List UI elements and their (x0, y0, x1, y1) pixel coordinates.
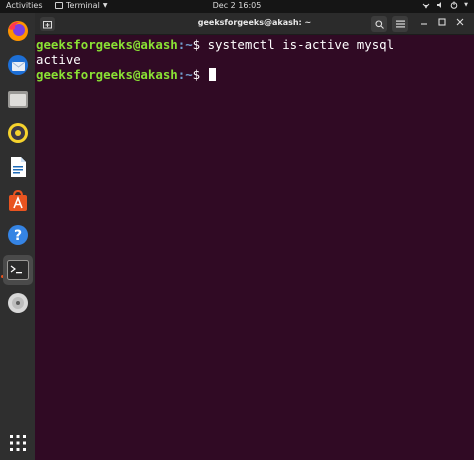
network-icon (422, 3, 430, 9)
window-titlebar[interactable]: geeksforgeeks@akash: ~ (35, 13, 474, 35)
top-bar: Activities Terminal ▼ Dec 2 16:05 ▼ (0, 0, 474, 13)
system-menu[interactable]: ▼ (422, 1, 468, 9)
chevron-down-icon: ▼ (464, 2, 468, 8)
dock-item-software[interactable] (4, 187, 32, 215)
minimize-icon (421, 23, 427, 25)
terminal-line: geeksforgeeks@akash:~$ (36, 67, 474, 82)
close-button[interactable] (456, 17, 464, 30)
prompt-symbol: $ (192, 37, 208, 52)
terminal-line: geeksforgeeks@akash:~$ systemctl is-acti… (36, 37, 474, 52)
maximize-button[interactable] (438, 17, 446, 30)
terminal-line: active (36, 52, 474, 67)
dock: ? (0, 13, 35, 460)
search-button[interactable] (371, 16, 387, 32)
prompt-user: geeksforgeeks@akash (36, 37, 178, 52)
files-icon (8, 91, 28, 108)
dock-item-show-apps[interactable] (4, 429, 32, 457)
dock-item-files[interactable] (4, 85, 32, 113)
rhythmbox-icon (8, 123, 28, 143)
dock-item-writer[interactable] (4, 153, 32, 181)
window-title: geeksforgeeks@akash: ~ (197, 18, 312, 27)
help-icon: ? (8, 225, 28, 245)
command-text: systemctl is-active mysql (207, 37, 395, 52)
dock-item-thunderbird[interactable] (4, 51, 32, 79)
minimize-button[interactable] (420, 17, 428, 30)
menu-button[interactable] (392, 16, 408, 32)
thunderbird-icon (8, 55, 28, 75)
software-icon (9, 189, 27, 211)
dock-item-firefox[interactable] (4, 17, 32, 45)
show-apps-icon (10, 435, 26, 451)
writer-icon (11, 157, 26, 177)
prompt-symbol: $ (192, 67, 208, 82)
power-icon (450, 1, 458, 9)
dock-item-dvd[interactable] (4, 289, 32, 317)
prompt-path: :~ (177, 67, 193, 82)
volume-icon (437, 2, 442, 8)
prompt-user: geeksforgeeks@akash (36, 67, 178, 82)
hamburger-icon (395, 20, 405, 28)
search-icon (374, 19, 384, 29)
terminal-output[interactable]: geeksforgeeks@akash:~$ systemctl is-acti… (35, 37, 474, 82)
svg-text:?: ? (14, 228, 22, 244)
firefox-icon (8, 21, 28, 41)
terminal-icon (7, 260, 29, 280)
text-cursor (208, 68, 216, 81)
clock-label: Dec 2 16:05 (212, 1, 262, 10)
clock[interactable]: Dec 2 16:05 (0, 1, 474, 10)
dock-item-rhythmbox[interactable] (4, 119, 32, 147)
maximize-icon (438, 18, 446, 26)
prompt-path: :~ (177, 37, 193, 52)
dvd-icon (8, 293, 28, 313)
dock-item-help[interactable]: ? (4, 221, 32, 249)
terminal-window[interactable]: geeksforgeeks@akash: ~ geeksforgeeks@aka… (35, 13, 474, 460)
close-icon (456, 18, 464, 26)
dock-item-terminal[interactable] (3, 255, 33, 285)
command-output: active (36, 52, 81, 67)
